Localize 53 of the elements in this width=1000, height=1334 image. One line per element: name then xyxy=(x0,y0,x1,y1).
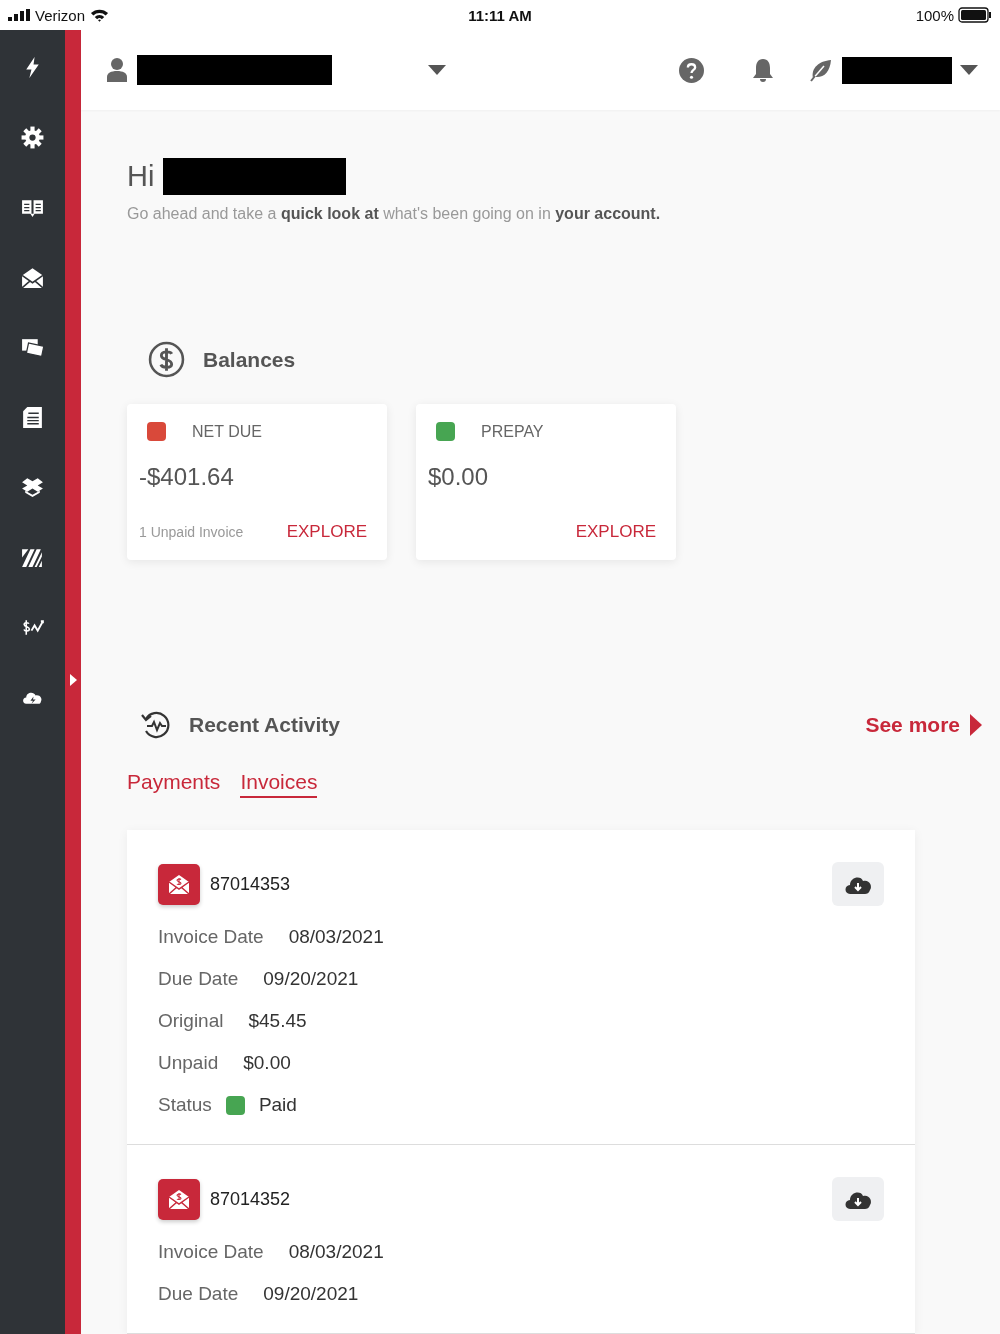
field-value: 08/03/2021 xyxy=(288,1241,384,1263)
download-button[interactable] xyxy=(832,1177,884,1221)
field-label: Due Date xyxy=(158,1283,239,1305)
caret-icon[interactable] xyxy=(69,674,77,686)
invoice-number: 87014353 xyxy=(210,873,291,895)
gear-icon[interactable] xyxy=(20,125,45,150)
explore-link[interactable]: EXPLORE xyxy=(286,522,367,542)
section-title: Recent Activity xyxy=(189,713,340,737)
status-time: 11:11 AM xyxy=(468,6,532,24)
field-label: Original xyxy=(158,1010,224,1032)
see-more-link[interactable]: See more xyxy=(865,713,982,737)
dropdown-caret-icon[interactable] xyxy=(428,65,446,75)
field-value: $0.00 xyxy=(243,1052,291,1074)
caret-icon xyxy=(970,714,982,736)
field-value: 08/03/2021 xyxy=(288,926,384,948)
greeting-message: Go ahead and take a quick look at what's been going on in your account. xyxy=(127,205,662,223)
wifi-icon xyxy=(90,8,110,22)
download-button[interactable] xyxy=(832,862,884,906)
document-icon[interactable] xyxy=(20,405,45,430)
balance-label: PREPAY xyxy=(481,422,544,441)
balance-amount: -$401.64 xyxy=(139,463,235,491)
signal-icon xyxy=(8,9,30,21)
balance-label: NET DUE xyxy=(192,422,262,441)
field-value: 09/20/2021 xyxy=(263,968,359,990)
invoice-icon xyxy=(158,863,200,905)
explore-link[interactable]: EXPLORE xyxy=(575,522,656,542)
envelope-icon[interactable] xyxy=(20,265,45,290)
battery-icon xyxy=(958,7,992,23)
invoice-icon xyxy=(158,1178,200,1220)
balance-amount: $0.00 xyxy=(428,463,490,491)
tab[interactable]: Payments xyxy=(127,770,221,798)
field-value: $45.45 xyxy=(248,1010,307,1032)
section-title: Balances xyxy=(203,347,296,372)
battery-percent: 100% xyxy=(915,6,954,24)
field-label: Unpaid xyxy=(158,1052,219,1074)
tab[interactable]: Invoices xyxy=(240,770,318,798)
field-value: Paid xyxy=(258,1094,297,1116)
field-label: Status xyxy=(158,1094,212,1116)
field-label: Invoice Date xyxy=(158,926,264,948)
dropdown-caret-icon[interactable] xyxy=(960,65,978,75)
help-icon[interactable] xyxy=(679,57,704,83)
dollar-icon xyxy=(148,341,185,378)
user-icon[interactable] xyxy=(107,58,127,82)
balance-note: 1 Unpaid Invoice xyxy=(139,524,245,540)
field-label: Due Date xyxy=(158,968,239,990)
field-label: Invoice Date xyxy=(158,1241,264,1263)
greeting: Hi xyxy=(127,160,155,193)
box-icon[interactable] xyxy=(20,475,45,500)
bell-icon[interactable] xyxy=(752,57,774,83)
leaf-icon[interactable] xyxy=(809,58,833,82)
invoice-number: 87014352 xyxy=(210,1188,291,1210)
field-value: 09/20/2021 xyxy=(263,1283,359,1305)
carrier-name: Verizon xyxy=(35,6,86,24)
